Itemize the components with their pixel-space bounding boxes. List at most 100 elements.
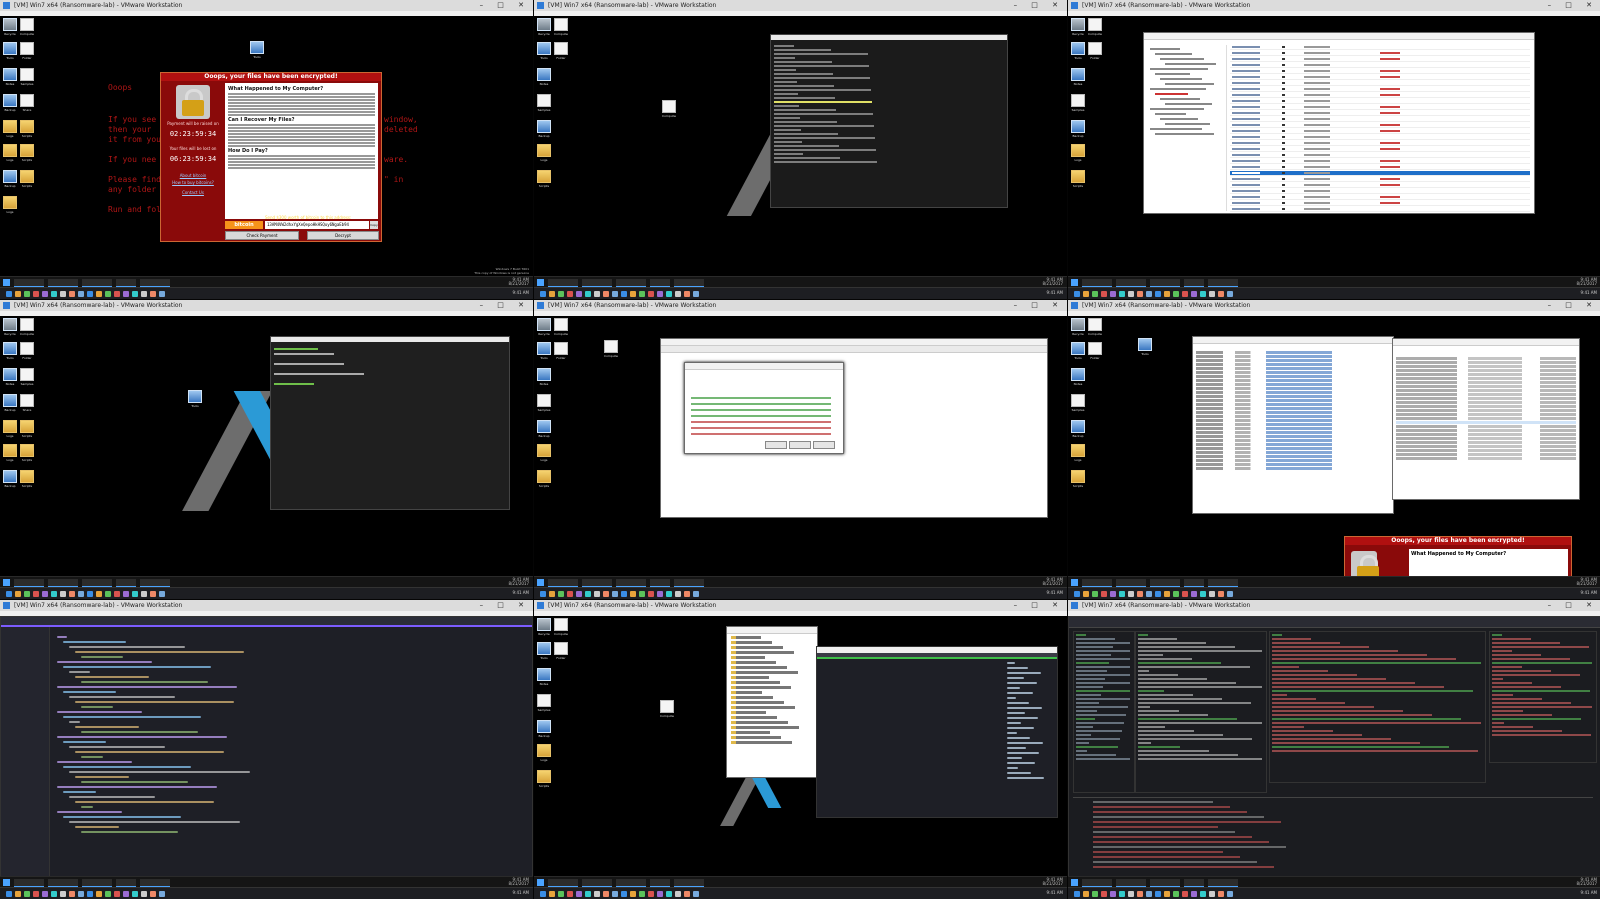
desktop-icon[interactable]: Scripts — [20, 470, 34, 488]
taskbar-app[interactable] — [548, 279, 578, 287]
desktop-icon[interactable]: Computer — [1088, 318, 1102, 336]
desktop-icon[interactable]: Logs — [1071, 144, 1085, 162]
host-taskbar-app-icon[interactable] — [1083, 891, 1089, 897]
host-taskbar-app-icon[interactable] — [1092, 591, 1098, 597]
host-taskbar-app-icon[interactable] — [69, 591, 75, 597]
host-taskbar-app-icon[interactable] — [96, 891, 102, 897]
host-taskbar-app-icon[interactable] — [141, 591, 147, 597]
taskbar-app[interactable] — [1150, 579, 1180, 587]
desktop-icon[interactable]: Backup — [3, 470, 17, 488]
terminal-window[interactable] — [270, 336, 510, 510]
taskbar-app[interactable] — [548, 579, 578, 587]
window-controls[interactable]: – □ ✕ — [1014, 300, 1064, 311]
taskbar-app[interactable] — [14, 579, 44, 587]
host-taskbar-app-icon[interactable] — [567, 591, 573, 597]
host-taskbar-app-icon[interactable] — [87, 591, 93, 597]
taskbar-app[interactable] — [1208, 279, 1238, 287]
taskbar-app[interactable] — [14, 279, 44, 287]
window-controls[interactable]: – □ ✕ — [1548, 0, 1598, 11]
desktop-icon[interactable]: Logs — [3, 420, 17, 438]
dialog-button[interactable] — [789, 441, 811, 449]
host-taskbar-app-icon[interactable] — [549, 291, 555, 297]
host-taskbar-app-icon[interactable] — [96, 291, 102, 297]
host-taskbar-app-icon[interactable] — [594, 591, 600, 597]
desktop-icon[interactable]: Computer — [660, 700, 674, 718]
host-taskbar-app-icon[interactable] — [24, 291, 30, 297]
host-taskbar-app-icon[interactable] — [639, 591, 645, 597]
copy-button[interactable]: Copy — [370, 221, 378, 229]
windows-start-icon[interactable] — [1071, 579, 1078, 586]
host-taskbar-app-icon[interactable] — [1110, 891, 1116, 897]
bitcoin-address-field[interactable]: 13AM4VW2dhxYgXeQepoHkHSQuy6NgaEb94 — [265, 221, 369, 229]
desktop-icon[interactable]: Computer — [604, 340, 618, 358]
host-taskbar-app-icon[interactable] — [1209, 291, 1215, 297]
windows-start-icon[interactable] — [1071, 879, 1078, 886]
taskbar-app[interactable] — [616, 579, 646, 587]
host-taskbar-app-icon[interactable] — [1128, 891, 1134, 897]
host-taskbar-app-icon[interactable] — [549, 891, 555, 897]
desktop-icon[interactable]: Folder — [1088, 342, 1102, 360]
filter-rule-row[interactable] — [691, 403, 831, 405]
taskbar-app[interactable] — [1082, 579, 1112, 587]
desktop-icon[interactable]: Tools — [537, 642, 551, 660]
host-taskbar-app-icon[interactable] — [132, 591, 138, 597]
filter-rule-row[interactable] — [691, 409, 831, 411]
host-taskbar-app-icon[interactable] — [15, 291, 21, 297]
host-taskbar-app-icon[interactable] — [51, 891, 57, 897]
host-taskbar-app-icon[interactable] — [87, 291, 93, 297]
windows-start-icon[interactable] — [3, 279, 10, 286]
desktop-icon[interactable]: Logs — [537, 144, 551, 162]
check-payment-button[interactable]: Check Payment — [225, 231, 299, 240]
host-taskbar-app-icon[interactable] — [1173, 591, 1179, 597]
desktop-icon[interactable]: Notes — [1071, 68, 1085, 86]
toolbar[interactable] — [661, 346, 1047, 353]
desktop-icon[interactable]: Backup — [3, 170, 17, 188]
tree-pane[interactable] — [1146, 45, 1227, 211]
desktop-icon[interactable]: Logs — [3, 196, 17, 214]
host-taskbar-app-icon[interactable] — [540, 291, 546, 297]
host-taskbar-app-icon[interactable] — [693, 591, 699, 597]
host-taskbar-app-icon[interactable] — [621, 591, 627, 597]
taskbar-app[interactable] — [140, 279, 170, 287]
desktop-icon[interactable]: Folder — [1088, 42, 1102, 60]
disassembly-pane[interactable] — [1489, 631, 1597, 763]
host-taskbar-app-icon[interactable] — [60, 291, 66, 297]
host-taskbar-app-icon[interactable] — [603, 591, 609, 597]
host-taskbar-app-icon[interactable] — [693, 891, 699, 897]
desktop-icon[interactable]: Computer — [554, 318, 568, 336]
host-taskbar-app-icon[interactable] — [132, 891, 138, 897]
window-controls[interactable]: – □ ✕ — [1014, 600, 1064, 611]
host-taskbar-app-icon[interactable] — [558, 891, 564, 897]
host-taskbar-app-icon[interactable] — [576, 591, 582, 597]
host-taskbar-app-icon[interactable] — [1146, 591, 1152, 597]
host-taskbar-app-icon[interactable] — [78, 891, 84, 897]
taskbar-app[interactable] — [548, 879, 578, 887]
desktop-icon[interactable]: Scripts — [537, 470, 551, 488]
host-taskbar-app-icon[interactable] — [150, 591, 156, 597]
host-taskbar-app-icon[interactable] — [1110, 291, 1116, 297]
host-taskbar-app-icon[interactable] — [585, 591, 591, 597]
host-taskbar-app-icon[interactable] — [648, 591, 654, 597]
host-taskbar-app-icon[interactable] — [594, 891, 600, 897]
desktop-icon[interactable]: Tools — [1071, 42, 1085, 60]
desktop-icon[interactable]: Notes — [537, 368, 551, 386]
dialog-button[interactable] — [813, 441, 835, 449]
taskbar-app[interactable] — [582, 579, 612, 587]
host-taskbar-app-icon[interactable] — [684, 891, 690, 897]
host-taskbar-app-icon[interactable] — [1209, 891, 1215, 897]
host-taskbar-app-icon[interactable] — [123, 291, 129, 297]
disassembly-pane[interactable] — [1269, 631, 1486, 783]
desktop-icon[interactable]: Samples — [537, 94, 551, 112]
host-taskbar-app-icon[interactable] — [540, 891, 546, 897]
host-taskbar-app-icon[interactable] — [1218, 591, 1224, 597]
taskbar-app[interactable] — [48, 879, 78, 887]
host-taskbar-app-icon[interactable] — [1191, 591, 1197, 597]
host-taskbar-app-icon[interactable] — [1128, 291, 1134, 297]
desktop-icon[interactable]: Logs — [3, 120, 17, 138]
decrypt-button[interactable]: Decrypt — [307, 231, 379, 240]
host-taskbar-app-icon[interactable] — [1101, 891, 1107, 897]
host-taskbar-app-icon[interactable] — [666, 891, 672, 897]
host-taskbar-app-icon[interactable] — [1083, 591, 1089, 597]
host-taskbar-app-icon[interactable] — [603, 291, 609, 297]
host-taskbar-app-icon[interactable] — [603, 891, 609, 897]
